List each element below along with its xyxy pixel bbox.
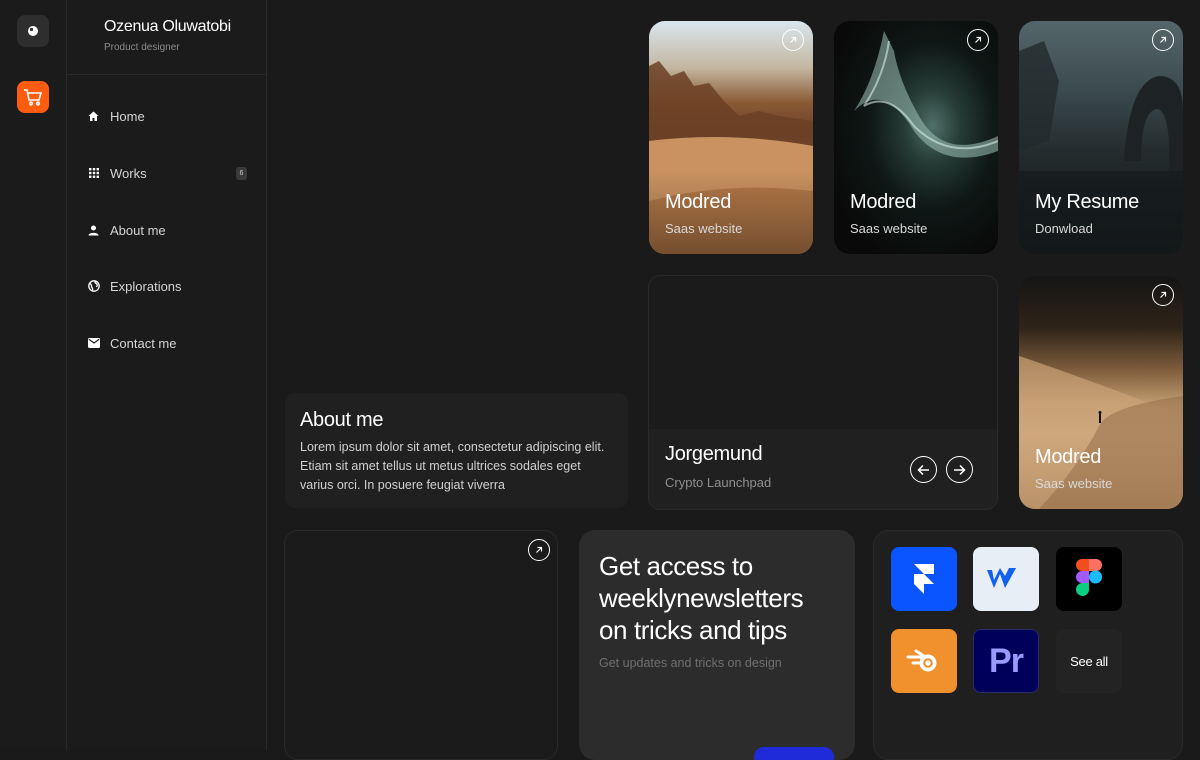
logo-button[interactable] [17,15,49,47]
premiere-label: Pr [989,641,1024,680]
open-link-icon[interactable] [1152,29,1174,51]
works-count-badge: 6 [236,166,247,180]
card-title: My Resume [1035,191,1139,213]
card-title: Modred [665,191,732,213]
about-me-card: About me Lorem ipsum dolor sit amet, con… [285,393,628,508]
arrow-right-icon [954,464,966,475]
blender-icon[interactable] [891,629,957,693]
open-link-icon[interactable] [528,539,550,561]
grid-icon [87,167,100,180]
open-link-icon[interactable] [1152,284,1174,306]
profile-header: Ozenua Oluwatobi Product designer [67,0,266,75]
profile-role: Product designer [104,42,180,53]
card-title: Jorgemund [665,443,763,465]
figma-icon[interactable] [1056,547,1122,611]
resume-card[interactable]: My Resume Donwload [1019,21,1183,254]
cart-button[interactable] [17,81,49,113]
icon-rail [0,0,67,750]
newsletter-card: Get access to weeklynewsletters on trick… [579,530,855,760]
open-link-icon[interactable] [782,29,804,51]
prev-button[interactable] [910,456,937,483]
profile-name: Ozenua Oluwatobi [104,18,231,35]
logo-icon [28,26,38,36]
download-resume-link[interactable]: Donwload [1035,221,1093,236]
sidebar-item-label: Contact me [110,335,177,351]
newsletter-title: Get access to weeklynewsletters on trick… [599,551,804,645]
canyon-illustration [649,61,813,254]
subscribe-button[interactable] [754,747,834,760]
rock-arch-illustration [1019,41,1183,254]
jorgemund-card[interactable]: Jorgemund Crypto Launchpad [648,275,998,510]
framer-icon[interactable] [891,547,957,611]
home-icon [87,110,100,123]
jorgemund-info: Jorgemund Crypto Launchpad [649,429,997,509]
card-subtitle: Saas website [850,221,928,236]
about-title: About me [300,409,384,431]
sidebar-item-label: Home [110,108,145,124]
wave-illustration [854,31,998,158]
sidebar-item-works[interactable]: Works 6 [87,161,249,185]
arrow-left-icon [917,464,929,475]
webflow-icon[interactable] [973,547,1039,611]
sidebar-item-label: Works [110,165,147,181]
sidebar-item-home[interactable]: Home [87,104,249,128]
premiere-icon[interactable]: Pr [973,629,1039,693]
project-card-modred-dune[interactable]: Modred Saas website [1019,276,1183,509]
card-subtitle: Saas website [665,221,743,236]
globe-icon [87,280,100,293]
sidebar: Ozenua Oluwatobi Product designer Home W… [67,0,267,750]
sidebar-item-label: Explorations [110,278,182,294]
user-icon [87,224,100,237]
empty-project-card[interactable] [284,530,558,760]
see-all-tools-button[interactable]: See all [1056,629,1122,693]
mail-icon [87,337,100,350]
project-card-modred-wave[interactable]: Modred Saas website [834,21,998,254]
card-title: Modred [850,191,917,213]
card-subtitle: Crypto Launchpad [665,475,772,490]
about-text: Lorem ipsum dolor sit amet, consectetur … [300,440,605,492]
card-subtitle: Saas website [1035,476,1113,491]
project-card-modred-desert[interactable]: Modred Saas website [649,21,813,254]
newsletter-subtitle: Get updates and tricks on design [599,656,782,670]
sidebar-item-label: About me [110,222,166,238]
open-link-icon[interactable] [967,29,989,51]
sidebar-item-explorations[interactable]: Explorations [87,274,249,298]
see-all-label: See all [1070,653,1108,669]
sidebar-item-about[interactable]: About me [87,218,249,242]
sidebar-item-contact[interactable]: Contact me [87,331,249,355]
dune-illustration [1019,356,1183,509]
cart-icon [24,89,43,106]
card-title: Modred [1035,446,1102,468]
next-button[interactable] [946,456,973,483]
tools-card: Pr See all [873,530,1183,760]
